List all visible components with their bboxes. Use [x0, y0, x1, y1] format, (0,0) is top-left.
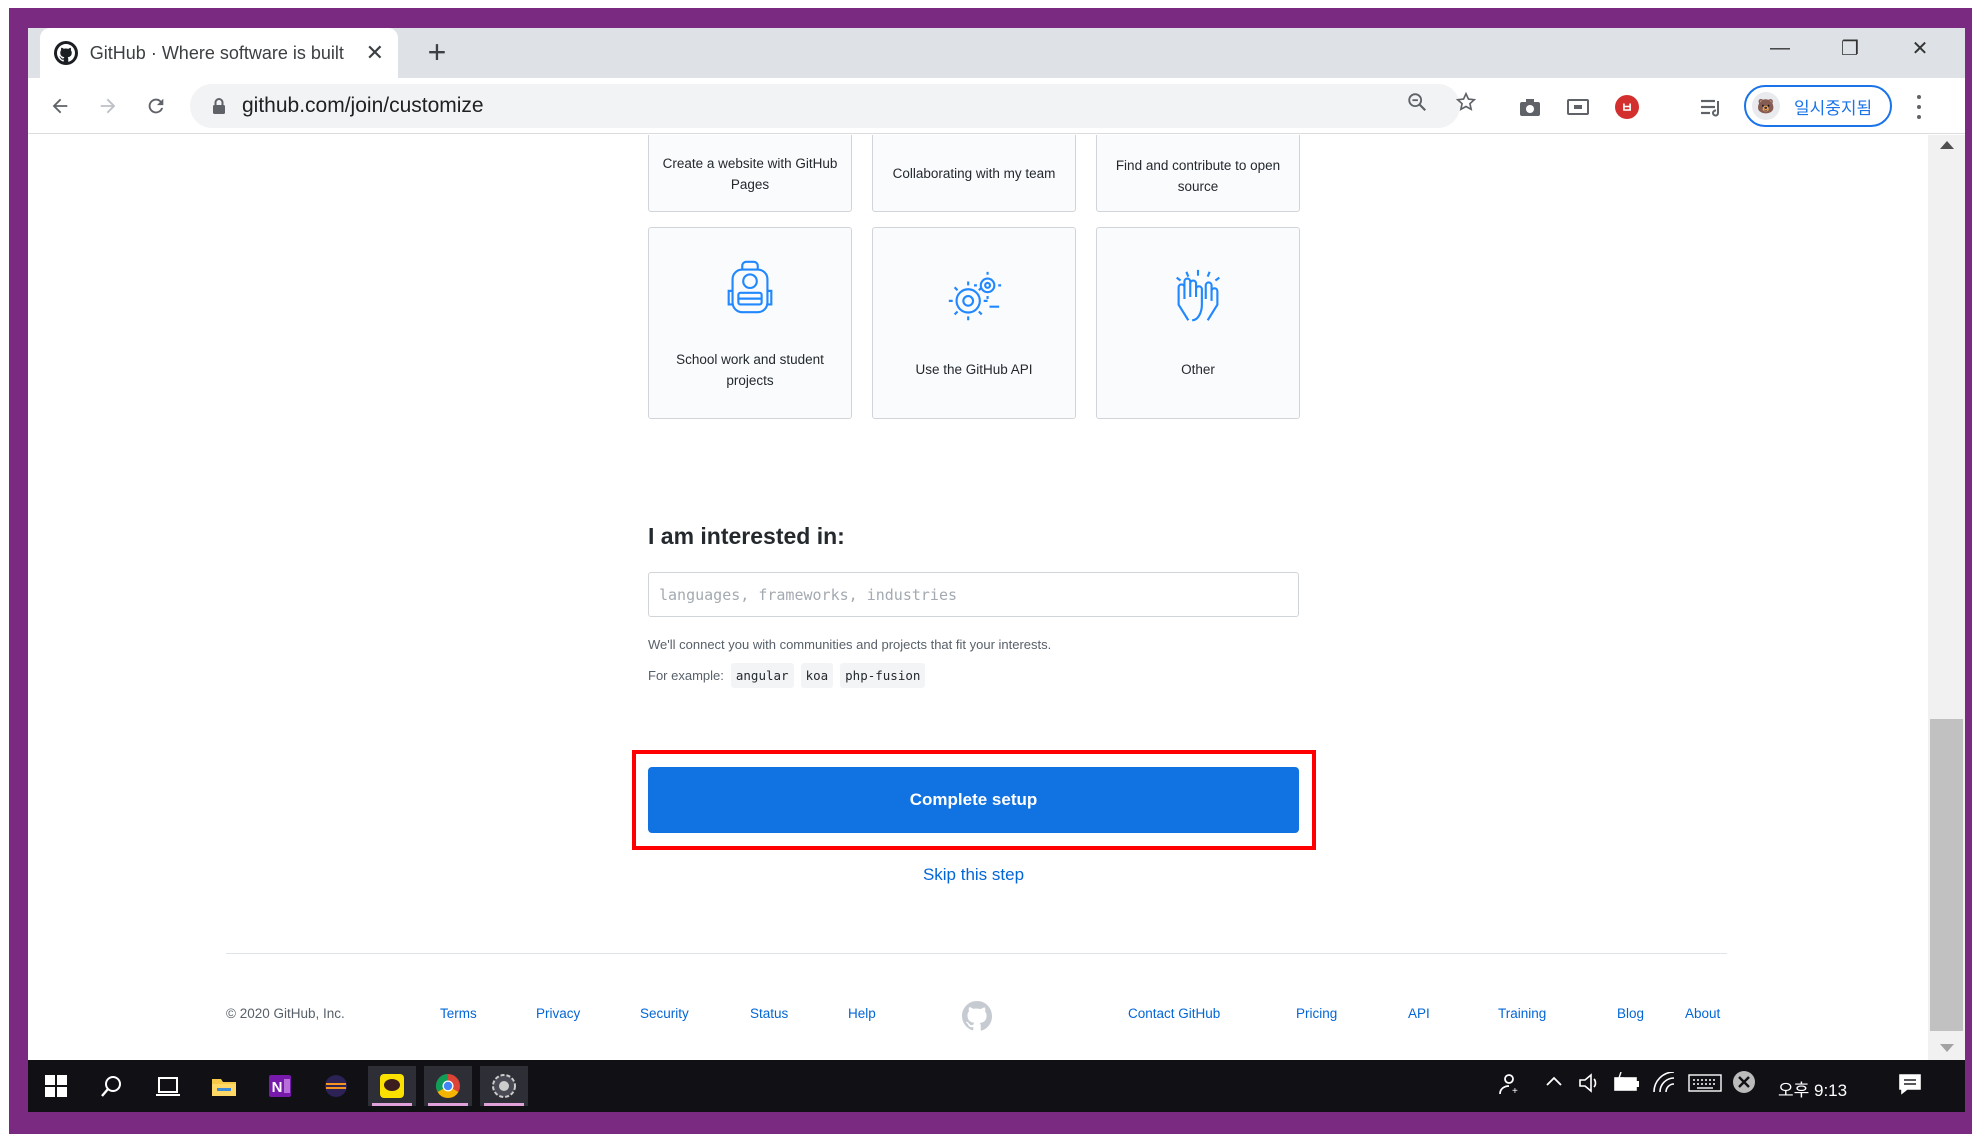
interests-examples: For example: angular koa php-fusion — [648, 663, 926, 688]
tab-close-icon[interactable]: ✕ — [366, 40, 384, 66]
camera-extension-icon[interactable] — [1517, 94, 1543, 120]
github-logo-icon[interactable] — [962, 1001, 992, 1031]
footer-link-pricing[interactable]: Pricing — [1296, 1006, 1337, 1021]
footer-link-privacy[interactable]: Privacy — [536, 1006, 580, 1021]
card-label: Other — [1181, 362, 1215, 377]
browser-window: GitHub · Where software is built ✕ + — ❐… — [28, 28, 1965, 1112]
scroll-down-arrow-icon[interactable] — [1940, 1044, 1954, 1052]
keyboard-icon[interactable] — [1688, 1072, 1722, 1099]
reload-button[interactable] — [138, 88, 174, 124]
card-label: Collaborating with my team — [892, 166, 1056, 181]
scroll-up-arrow-icon[interactable] — [1940, 141, 1954, 149]
browser-toolbar: github.com/join/customize ㅂ 🐻 일시중지됨 — [28, 78, 1965, 134]
chrome-icon[interactable] — [424, 1066, 472, 1106]
lock-icon — [213, 98, 225, 114]
forward-arrow-icon — [100, 98, 116, 114]
chevron-up-icon[interactable] — [1544, 1070, 1564, 1097]
card-github-pages[interactable]: Create a website with GitHub Pages — [648, 135, 852, 212]
interests-note: We'll connect you with communities and p… — [648, 637, 1052, 652]
card-label: School work and student projects — [676, 351, 824, 388]
profile-button[interactable]: 🐻 일시중지됨 — [1744, 85, 1892, 127]
forward-button[interactable] — [90, 88, 126, 124]
windows-taskbar: N + 오후 9:13 — [28, 1060, 1965, 1112]
footer-divider — [226, 953, 1727, 954]
profile-avatar-icon: 🐻 — [1752, 92, 1780, 120]
kakaotalk-icon[interactable] — [368, 1066, 416, 1106]
zoom-icon[interactable] — [1403, 88, 1431, 116]
footer-link-security[interactable]: Security — [640, 1006, 689, 1021]
card-other[interactable]: Other — [1096, 227, 1300, 419]
ime-toggle-icon[interactable] — [1732, 1070, 1756, 1099]
new-tab-button[interactable]: + — [420, 36, 454, 70]
svg-text:+: + — [1512, 1086, 1518, 1096]
card-label: Use the GitHub API — [915, 362, 1033, 377]
card-github-api[interactable]: Use the GitHub API — [872, 227, 1076, 419]
reload-icon — [148, 98, 164, 114]
backpack-icon — [719, 256, 781, 323]
footer-link-contact[interactable]: Contact GitHub — [1128, 1006, 1220, 1021]
people-icon[interactable]: + — [1496, 1072, 1520, 1101]
restore-button[interactable]: ❐ — [1815, 28, 1885, 68]
file-explorer-icon[interactable] — [200, 1066, 248, 1106]
battery-icon[interactable] — [1614, 1071, 1640, 1099]
minimize-button[interactable]: — — [1745, 28, 1815, 68]
footer-link-terms[interactable]: Terms — [440, 1006, 477, 1021]
back-button[interactable] — [42, 88, 78, 124]
card-label: Find and contribute to open source — [1115, 157, 1281, 194]
reading-list-icon[interactable] — [1698, 94, 1724, 120]
onenote-icon[interactable]: N — [256, 1066, 304, 1106]
footer-link-help[interactable]: Help — [848, 1006, 876, 1021]
example-label: For example: — [648, 668, 724, 683]
example-tag[interactable]: koa — [800, 663, 834, 688]
volume-icon[interactable] — [1578, 1072, 1602, 1099]
tab-title: GitHub · Where software is built — [89, 42, 344, 63]
settings-app-icon[interactable] — [480, 1066, 528, 1106]
complete-setup-button[interactable]: Complete setup — [648, 767, 1299, 833]
browser-tab[interactable]: GitHub · Where software is built ✕ — [40, 28, 398, 78]
back-arrow-icon — [52, 98, 68, 114]
card-school-work[interactable]: School work and student projects — [648, 227, 852, 419]
wifi-icon[interactable] — [1652, 1071, 1676, 1099]
notifications-icon[interactable] — [1898, 1072, 1922, 1101]
task-view-icon[interactable] — [144, 1066, 192, 1106]
gears-icon — [943, 266, 1005, 333]
footer-link-training[interactable]: Training — [1498, 1006, 1546, 1021]
example-tag[interactable]: php-fusion — [840, 663, 926, 688]
address-bar[interactable]: github.com/join/customize — [190, 84, 1460, 128]
page-scrollbar[interactable] — [1928, 135, 1965, 1060]
bookmark-star-icon[interactable] — [1452, 88, 1480, 116]
card-team-collaboration[interactable]: Collaborating with my team — [872, 135, 1076, 212]
footer-link-blog[interactable]: Blog — [1617, 1006, 1644, 1021]
close-window-button[interactable]: ✕ — [1885, 28, 1955, 68]
github-favicon-icon — [54, 41, 78, 65]
footer-link-status[interactable]: Status — [750, 1006, 788, 1021]
windows-start-icon[interactable] — [32, 1066, 80, 1106]
url-text: github.com/join/customize — [242, 94, 484, 117]
card-open-source[interactable]: Find and contribute to open source — [1096, 135, 1300, 212]
footer-copyright: © 2020 GitHub, Inc. — [226, 1006, 345, 1021]
card-label: Create a website with GitHub Pages — [662, 155, 838, 192]
example-tag[interactable]: angular — [730, 663, 794, 688]
tab-strip: GitHub · Where software is built ✕ + — ❐… — [28, 28, 1965, 78]
screen-extension-icon[interactable] — [1565, 94, 1591, 120]
eclipse-icon[interactable] — [312, 1066, 360, 1106]
high-five-icon — [1167, 266, 1229, 333]
svg-text:ㅂ: ㅂ — [1621, 100, 1633, 115]
interests-heading: I am interested in: — [648, 523, 845, 549]
page-content: Create a website with GitHub Pages Colla… — [28, 135, 1928, 1060]
profile-status: 일시중지됨 — [1794, 98, 1873, 118]
svg-text:N: N — [272, 1079, 283, 1096]
search-icon[interactable] — [88, 1066, 136, 1106]
scroll-thumb[interactable] — [1930, 719, 1963, 1031]
footer-link-api[interactable]: API — [1408, 1006, 1430, 1021]
browser-menu-icon[interactable] — [1908, 92, 1930, 122]
footer-link-about[interactable]: About — [1685, 1006, 1720, 1021]
taskbar-clock[interactable]: 오후 9:13 — [1778, 1076, 1847, 1101]
interests-input[interactable] — [648, 572, 1299, 617]
red-extension-icon[interactable]: ㅂ — [1614, 94, 1640, 120]
skip-step-link[interactable]: Skip this step — [648, 865, 1299, 885]
